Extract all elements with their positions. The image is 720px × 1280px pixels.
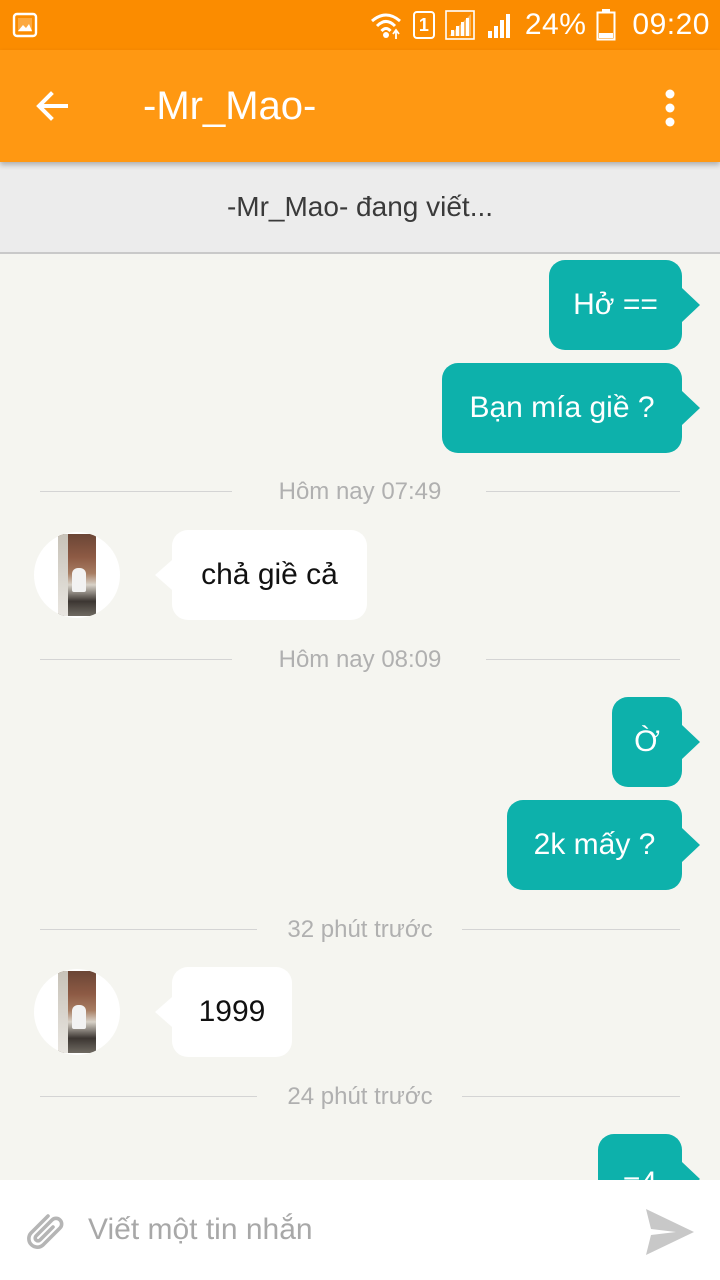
time-divider: Hôm nay 08:09 (40, 645, 680, 675)
send-icon (646, 1209, 694, 1255)
chat-screen: 1 24% 09:20 -Mr_Mao- -Mr_Mao- đang viết.… (0, 0, 720, 1280)
paperclip-icon (27, 1214, 64, 1249)
more-vertical-icon (665, 89, 675, 127)
attach-button[interactable] (18, 1204, 72, 1258)
typing-indicator: -Mr_Mao- đang viết... (0, 162, 720, 254)
outgoing-message[interactable]: Hở == (549, 260, 700, 350)
status-bar: 1 24% 09:20 (0, 0, 720, 50)
message-text: 1999 (198, 995, 266, 1028)
outgoing-message[interactable]: Ờ (612, 697, 700, 787)
time-divider-label: 32 phút trước (287, 916, 433, 943)
time-divider-label: Hôm nay 08:09 (278, 646, 442, 673)
avatar[interactable] (34, 532, 120, 618)
clock: 09:20 (632, 8, 710, 41)
sim-icon: 1 (412, 11, 435, 39)
status-icons: 1 24% 09:20 (369, 0, 710, 50)
message-text: 2k mấy ? (533, 828, 656, 861)
time-divider-label: Hôm nay 07:49 (278, 478, 442, 505)
incoming-message[interactable]: chả giề cả (155, 530, 367, 620)
outgoing-message[interactable]: =4 (598, 1134, 700, 1180)
time-divider: 32 phút trước (40, 915, 680, 945)
signal-icon (487, 14, 510, 38)
outgoing-message[interactable]: Bạn mía giề ? (442, 363, 700, 453)
send-button[interactable] (642, 1204, 698, 1260)
app-bar: -Mr_Mao- (0, 50, 720, 162)
more-options-button[interactable] (642, 80, 698, 136)
arrow-left-icon (36, 91, 68, 121)
time-divider-label: 24 phút trước (287, 1083, 433, 1110)
battery-icon (596, 9, 616, 41)
battery-percent: 24% (524, 8, 587, 41)
signal-icon (445, 10, 475, 40)
gallery-icon (12, 12, 38, 38)
wifi-icon (370, 13, 401, 39)
incoming-message[interactable]: 1999 (155, 967, 292, 1057)
message-text: Bạn mía giề ? (469, 391, 655, 424)
message-list[interactable]: Hở == Bạn mía giề ? Hôm nay 07:49 chả gi… (0, 254, 720, 1180)
back-button[interactable] (24, 78, 80, 134)
message-text: chả giề cả (201, 558, 338, 591)
message-text: =4 (623, 1166, 657, 1180)
time-divider: Hôm nay 07:49 (40, 477, 680, 507)
avatar[interactable] (34, 969, 120, 1055)
composer-bar (0, 1180, 720, 1280)
message-text: Hở == (573, 288, 658, 321)
time-divider: 24 phút trước (40, 1082, 680, 1112)
message-input[interactable] (84, 1200, 612, 1260)
chat-title: -Mr_Mao- (143, 84, 317, 128)
outgoing-message[interactable]: 2k mấy ? (507, 800, 700, 890)
message-text: Ờ (634, 725, 660, 758)
